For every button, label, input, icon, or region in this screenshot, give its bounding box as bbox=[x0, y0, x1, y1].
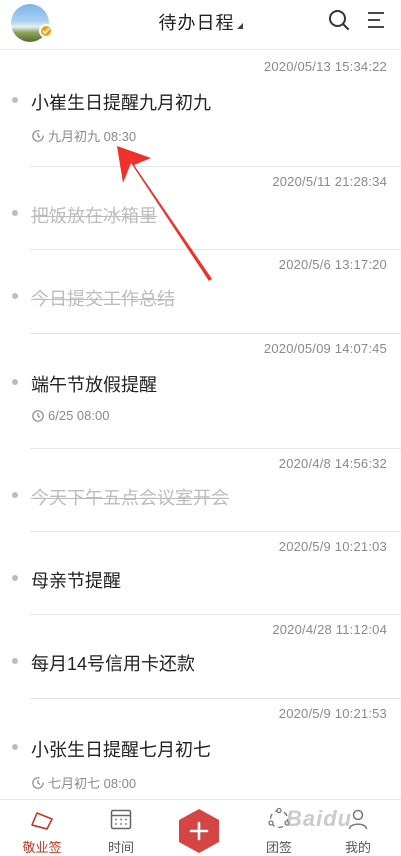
clock-icon bbox=[32, 409, 44, 422]
recurring-icon bbox=[32, 776, 44, 789]
item-text: 小张生日提醒七月初七 bbox=[31, 740, 211, 760]
notebook-icon bbox=[31, 812, 53, 830]
item-timestamp: 2020/4/8 14:56:32 bbox=[278, 456, 387, 471]
top-bar: 待办日程 bbox=[0, 0, 401, 50]
dropdown-caret-icon bbox=[236, 23, 243, 29]
list-item[interactable]: 2020/4/8 14:56:32 今天下午五点会议室开会 bbox=[0, 448, 401, 532]
list-item[interactable]: 2020/5/9 10:21:03 母亲节提醒 bbox=[0, 531, 401, 615]
recurring-icon bbox=[32, 129, 44, 142]
item-timestamp: 2020/5/11 21:28:34 bbox=[272, 174, 387, 189]
search-icon[interactable] bbox=[328, 9, 350, 31]
item-timestamp: 2020/4/28 11:12:04 bbox=[272, 622, 387, 637]
bullet-dot bbox=[12, 293, 18, 299]
menu-icon[interactable] bbox=[366, 9, 388, 31]
bullet-dot bbox=[12, 575, 18, 581]
list-item[interactable]: 2020/5/11 21:28:34 把饭放在冰箱里 bbox=[0, 166, 401, 250]
item-text: 母亲节提醒 bbox=[31, 571, 121, 591]
item-timestamp: 2020/05/09 14:07:45 bbox=[263, 341, 387, 356]
bullet-dot bbox=[12, 658, 18, 664]
tab-jingyeqian[interactable]: 敬业签 bbox=[12, 800, 72, 856]
tab-label: 敬业签 bbox=[22, 840, 62, 855]
bullet-dot bbox=[12, 379, 18, 385]
bullet-dot bbox=[12, 492, 18, 498]
item-text: 端午节放假提醒 bbox=[31, 375, 157, 395]
item-timestamp: 2020/5/9 10:21:53 bbox=[278, 706, 387, 721]
item-text: 今日提交工作总结 bbox=[31, 289, 175, 309]
item-reminder: 九月初九 08:30 bbox=[31, 126, 136, 145]
item-timestamp: 2020/5/6 13:17:20 bbox=[278, 257, 387, 272]
reminder-text: 九月初九 08:30 bbox=[48, 129, 137, 144]
add-button[interactable] bbox=[177, 808, 221, 854]
bullet-dot bbox=[12, 97, 18, 103]
item-timestamp: 2020/05/13 15:34:22 bbox=[263, 59, 387, 74]
list-item[interactable]: 2020/5/9 10:21:53 小张生日提醒七月初七 七月初七 08:00 bbox=[0, 698, 401, 801]
bullet-dot bbox=[12, 210, 18, 216]
bullet-dot bbox=[12, 744, 18, 750]
watermark: Baidu bbox=[286, 806, 352, 832]
item-reminder: 6/25 08:00 bbox=[31, 408, 109, 423]
item-text: 把饭放在冰箱里 bbox=[31, 206, 157, 226]
reminder-text: 6/25 08:00 bbox=[48, 408, 110, 423]
list-item[interactable]: 2020/05/09 14:07:45 端午节放假提醒 6/25 08:00 bbox=[0, 333, 401, 449]
calendar-icon bbox=[110, 809, 132, 830]
tab-label: 时间 bbox=[107, 840, 134, 855]
item-text: 今天下午五点会议室开会 bbox=[31, 488, 229, 508]
item-text: 每月14号信用卡还款 bbox=[31, 654, 196, 674]
reminder-text: 七月初七 08:00 bbox=[48, 776, 137, 791]
item-reminder: 七月初七 08:00 bbox=[31, 773, 136, 792]
todo-list: 2020/05/13 15:34:22 小崔生日提醒九月初九 九月初九 08:3… bbox=[0, 51, 401, 801]
page-title: 待办日程 bbox=[158, 13, 235, 33]
list-item[interactable]: 2020/5/6 13:17:20 今日提交工作总结 bbox=[0, 249, 401, 334]
item-text: 小崔生日提醒九月初九 bbox=[31, 93, 211, 113]
list-item[interactable]: 2020/05/13 15:34:22 小崔生日提醒九月初九 九月初九 08:3… bbox=[0, 51, 401, 167]
tab-label: 团签 bbox=[265, 840, 292, 855]
item-timestamp: 2020/5/9 10:21:03 bbox=[278, 539, 387, 554]
tab-label: 我的 bbox=[344, 840, 371, 855]
list-item[interactable]: 2020/4/28 11:12:04 每月14号信用卡还款 bbox=[0, 614, 401, 699]
watermark-text: Baidu bbox=[286, 806, 353, 831]
tab-time[interactable]: 时间 bbox=[91, 800, 151, 856]
